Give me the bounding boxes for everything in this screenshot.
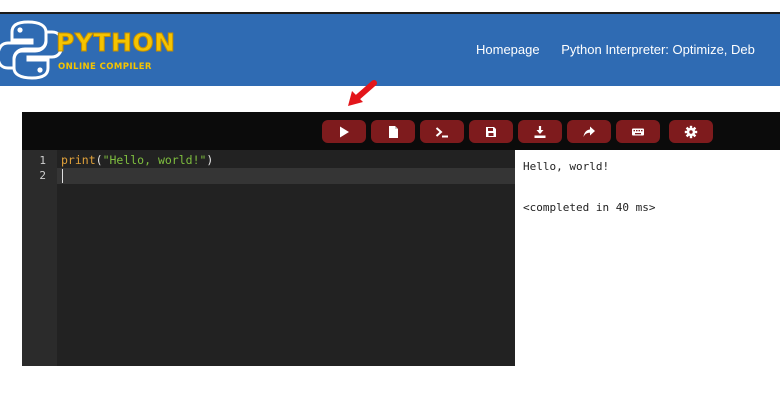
logo-title: PYTHON <box>56 28 176 58</box>
download-icon <box>534 125 546 138</box>
editor-toolbar <box>22 112 780 150</box>
active-line-highlight <box>57 168 515 184</box>
top-nav: Homepage Python Interpreter: Optimize, D… <box>476 42 773 57</box>
annotation-arrow-icon <box>348 80 377 106</box>
save-button[interactable] <box>469 120 513 143</box>
line-number: 1 <box>39 154 46 167</box>
code-paren-close: ) <box>206 153 214 167</box>
share-button[interactable] <box>567 120 611 143</box>
share-icon <box>583 126 595 137</box>
execution-status: <completed in 40 ms> <box>523 201 656 214</box>
file-icon <box>389 125 398 138</box>
code-editor[interactable]: 1 2 print("Hello, world!") <box>22 150 515 366</box>
play-icon <box>340 126 349 137</box>
python-logo-icon <box>0 20 64 80</box>
output-panel: Hello, world! <completed in 40 ms> <box>515 150 780 366</box>
gear-icon <box>684 125 698 138</box>
code-line-1[interactable]: print("Hello, world!") <box>61 153 213 167</box>
keyboard-icon <box>632 128 644 135</box>
output-text: Hello, world! <box>523 160 610 173</box>
run-button[interactable] <box>322 120 366 143</box>
window-top-border <box>0 0 780 14</box>
save-icon <box>486 126 496 137</box>
nav-link-homepage[interactable]: Homepage <box>476 42 540 57</box>
nav-link-python-interpreter[interactable]: Python Interpreter: Optimize, Deb <box>561 42 755 57</box>
terminal-icon <box>435 126 448 137</box>
site-header: PYTHON ONLINE COMPILER Homepage Python I… <box>0 14 780 86</box>
site-logo[interactable]: PYTHON ONLINE COMPILER <box>0 18 176 82</box>
keyboard-button[interactable] <box>616 120 660 143</box>
code-string-literal: "Hello, world!" <box>102 153 207 167</box>
settings-button[interactable] <box>669 120 713 143</box>
line-number-gutter: 1 2 <box>22 150 57 366</box>
text-cursor <box>62 169 63 183</box>
console-button[interactable] <box>420 120 464 143</box>
new-file-button[interactable] <box>371 120 415 143</box>
download-button[interactable] <box>518 120 562 143</box>
code-paren-open: ( <box>95 153 103 167</box>
line-number: 2 <box>39 169 46 182</box>
logo-subtitle: ONLINE COMPILER <box>58 62 152 72</box>
code-function-name: print <box>61 153 96 167</box>
